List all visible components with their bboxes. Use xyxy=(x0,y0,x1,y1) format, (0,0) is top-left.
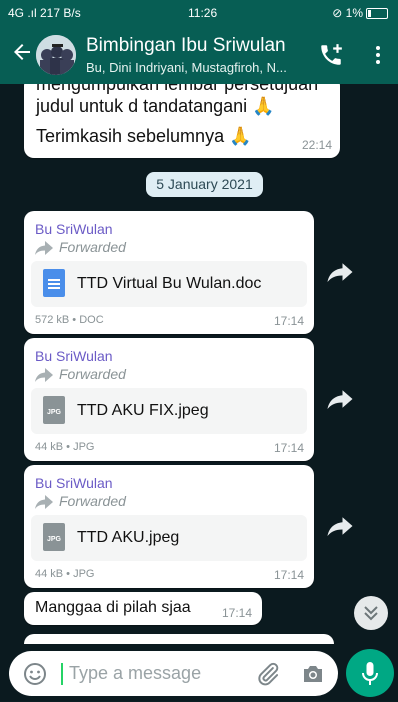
sender-name[interactable]: Bu SriWulan xyxy=(35,348,113,364)
battery-status: ⊘ 1% xyxy=(332,6,388,20)
chevron-double-down-icon xyxy=(364,606,378,621)
file-attachment[interactable]: JPG TTD AKU.jpeg xyxy=(31,515,307,561)
file-name: TTD AKU FIX.jpeg xyxy=(77,402,209,419)
forwarded-label: Forwarded xyxy=(35,493,126,509)
text-cursor xyxy=(61,663,63,685)
camera-icon[interactable] xyxy=(301,662,325,686)
clock: 11:26 xyxy=(188,6,218,20)
file-meta: 44 kB • JPG xyxy=(35,568,95,580)
attach-icon[interactable] xyxy=(255,661,281,687)
message-text-line: judul untuk d tandatangani 🙏 xyxy=(36,96,275,116)
file-name: TTD Virtual Bu Wulan.doc xyxy=(77,275,262,292)
message-bubble[interactable]: mengumpulkan lembar persetujuan judul un… xyxy=(24,84,340,158)
battery-icon xyxy=(366,8,388,20)
file-name: TTD AKU.jpeg xyxy=(77,529,180,546)
file-attachment[interactable]: JPG TTD AKU FIX.jpeg xyxy=(31,388,307,434)
date-divider: 5 January 2021 xyxy=(146,172,263,197)
jpg-file-icon: JPG xyxy=(43,523,65,551)
composer-bar: Type a message xyxy=(0,644,398,701)
message-bubble[interactable]: Manggaa di pilah sjaa 17:14 xyxy=(24,592,262,625)
mic-icon xyxy=(362,662,378,685)
chat-title[interactable]: Bimbingan Ibu Sriwulan xyxy=(86,35,286,57)
forward-arrow-icon xyxy=(35,495,53,509)
file-message-bubble[interactable]: Bu SriWulan Forwarded JPG TTD AKU FIX.jp… xyxy=(24,338,314,461)
forwarded-label: Forwarded xyxy=(35,239,126,255)
message-time: 17:14 xyxy=(222,606,253,620)
file-meta: 44 kB • JPG xyxy=(35,441,95,453)
sender-name[interactable]: Bu SriWulan xyxy=(35,475,113,491)
group-avatar[interactable] xyxy=(36,35,76,75)
share-icon[interactable] xyxy=(325,384,355,414)
signal-status: 4G .ıl 217 B/s xyxy=(8,6,81,20)
voice-message-button[interactable] xyxy=(346,649,394,697)
back-arrow-icon[interactable] xyxy=(10,40,34,64)
message-time: 17:14 xyxy=(273,314,304,328)
file-message-bubble[interactable]: Bu SriWulan Forwarded TTD Virtual Bu Wul… xyxy=(24,211,314,334)
message-time: 22:14 xyxy=(301,138,332,152)
file-meta: 572 kB • DOC xyxy=(35,314,104,326)
forward-arrow-icon xyxy=(35,241,53,255)
jpg-file-icon: JPG xyxy=(43,396,65,424)
file-attachment[interactable]: TTD Virtual Bu Wulan.doc xyxy=(31,261,307,307)
forwarded-label: Forwarded xyxy=(35,366,126,382)
message-text: Manggaa di pilah sjaa xyxy=(35,599,191,616)
message-placeholder: Type a message xyxy=(69,663,202,683)
message-time: 17:14 xyxy=(273,568,304,582)
message-bubble[interactable] xyxy=(24,634,334,644)
chat-header: Bimbingan Ibu Sriwulan Bu, Dini Indriyan… xyxy=(0,26,398,84)
emoji-icon[interactable] xyxy=(23,662,47,686)
message-list[interactable]: mengumpulkan lembar persetujuan judul un… xyxy=(0,84,398,644)
forward-arrow-icon xyxy=(35,368,53,382)
scroll-to-bottom-button[interactable] xyxy=(354,596,388,630)
add-call-icon[interactable] xyxy=(318,42,344,68)
doc-file-icon xyxy=(43,269,65,297)
share-icon[interactable] xyxy=(325,257,355,287)
share-icon[interactable] xyxy=(325,511,355,541)
more-vert-icon[interactable] xyxy=(366,42,390,68)
message-input[interactable]: Type a message xyxy=(9,651,338,696)
status-bar: 4G .ıl 217 B/s 11:26 ⊘ 1% xyxy=(0,0,398,26)
message-text-line: mengumpulkan lembar persetujuan xyxy=(36,84,319,94)
message-time: 17:14 xyxy=(273,441,304,455)
chat-participants[interactable]: Bu, Dini Indriyani, Mustagfiroh, N... xyxy=(86,60,308,75)
file-message-bubble[interactable]: Bu SriWulan Forwarded JPG TTD AKU.jpeg 4… xyxy=(24,465,314,588)
message-text-line: Terimkasih sebelumnya 🙏 xyxy=(36,126,252,146)
sender-name[interactable]: Bu SriWulan xyxy=(35,221,113,237)
